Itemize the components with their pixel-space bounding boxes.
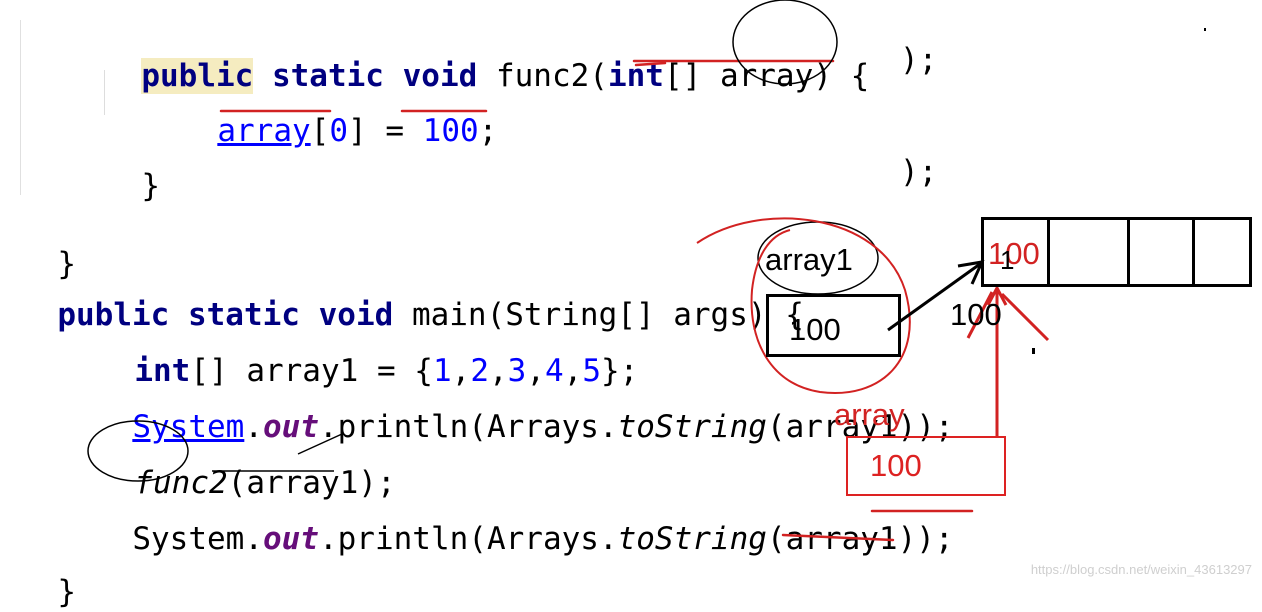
black-circle-marks: [87, 0, 879, 482]
reference-box-array1: 100: [766, 294, 901, 357]
label-array1: array1: [765, 242, 853, 277]
annotation-overlay: [87, 0, 1206, 542]
arrow-label: 100: [950, 297, 1002, 332]
stray-dot: [1204, 28, 1206, 31]
parameter-value: 100: [870, 448, 922, 483]
watermark: https://blog.csdn.net/weixin_43613297: [1030, 562, 1252, 577]
reference-box-array: 100: [846, 436, 1006, 496]
array-cell-divider: [1192, 218, 1195, 286]
stray-dot: [1032, 348, 1035, 354]
array-cell-divider: [1047, 218, 1050, 286]
array-cell-0-original: 1: [1000, 245, 1015, 275]
array-cell-divider: [1127, 218, 1130, 286]
label-array: array: [834, 397, 905, 432]
reference-value: 100: [789, 312, 841, 347]
